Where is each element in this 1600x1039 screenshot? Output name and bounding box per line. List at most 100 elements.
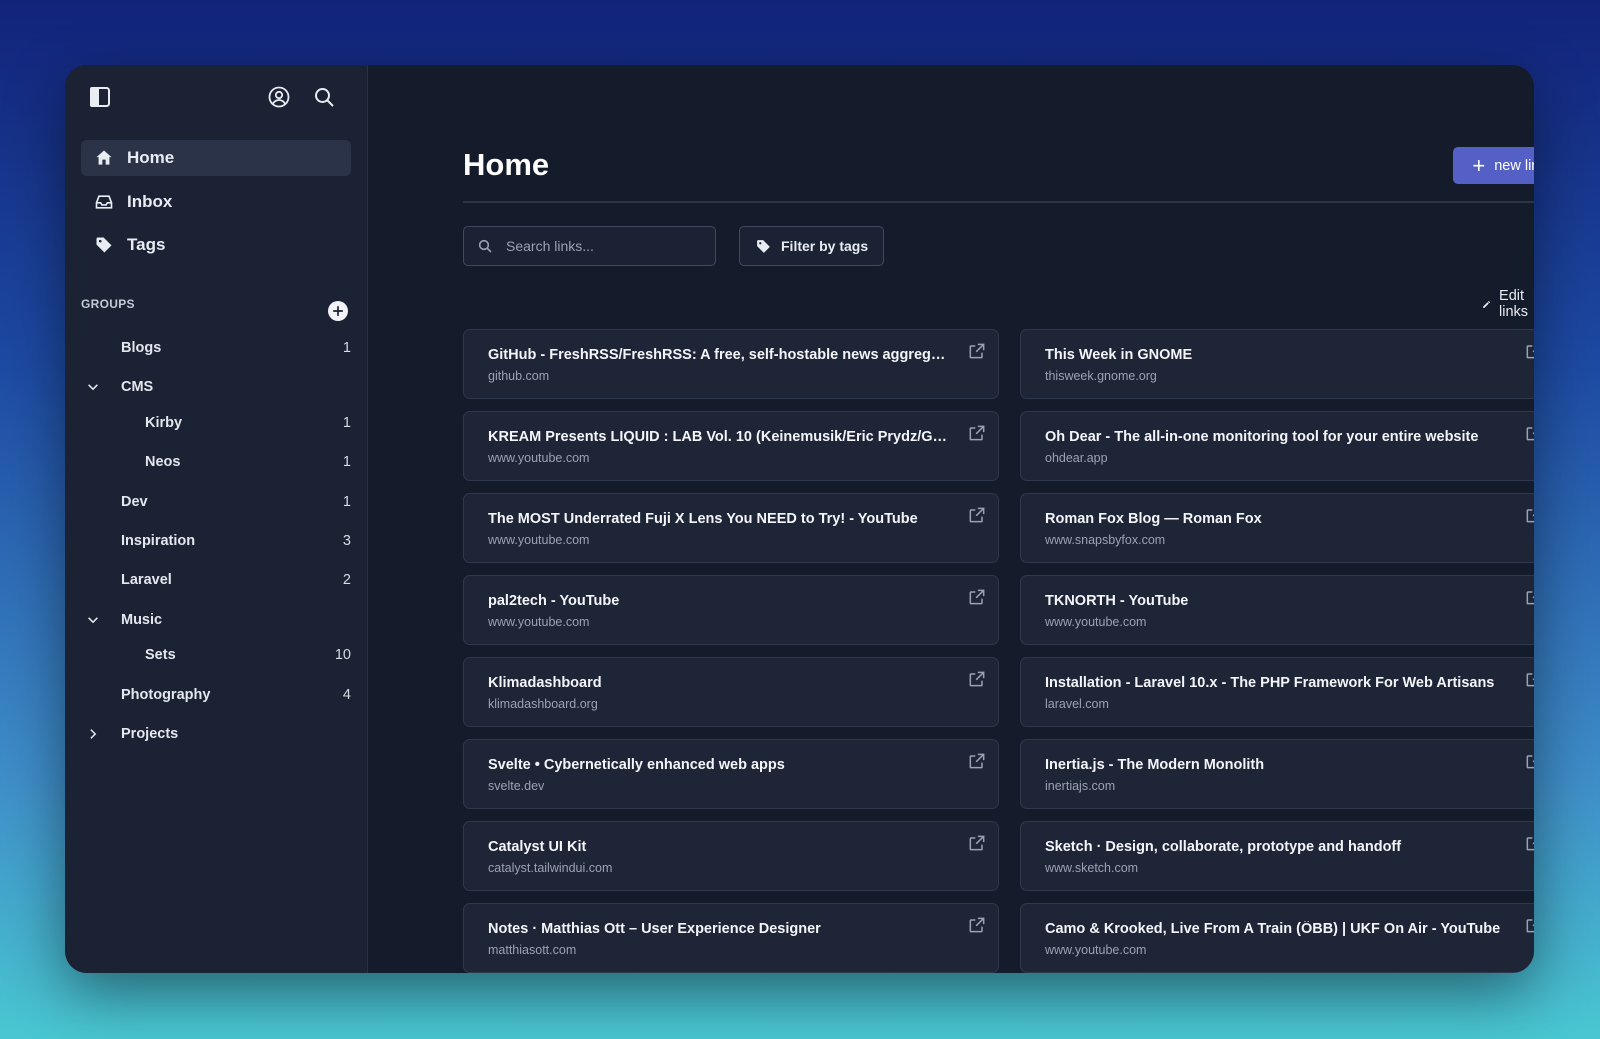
groups-heading: GROUPS: [81, 297, 135, 311]
filter-by-tags-button[interactable]: Filter by tags: [739, 226, 884, 266]
link-card[interactable]: Inertia.js - The Modern Monolith inertiaj…: [1020, 739, 1534, 809]
chevron-right-icon[interactable]: [85, 726, 101, 742]
chevron-down-icon[interactable]: [85, 379, 101, 395]
group-item-sets[interactable]: Sets 10: [81, 640, 351, 670]
external-link-icon[interactable]: [1524, 505, 1534, 525]
sidebar-toggle-icon[interactable]: [86, 83, 114, 111]
inbox-icon: [93, 191, 115, 213]
group-item-music[interactable]: Music: [81, 605, 351, 635]
link-title: TKNORTH - YouTube: [1045, 593, 1189, 609]
new-link-button[interactable]: + new link: [1453, 147, 1534, 184]
group-item-kirby[interactable]: Kirby 1: [81, 408, 351, 438]
app-window: Home Inbox Tags GROUPS Blogs 1 CMS Kirby 1 Ne…: [65, 65, 1534, 973]
external-link-icon[interactable]: [1524, 751, 1534, 771]
external-link-icon[interactable]: [967, 505, 987, 525]
pencil-icon: [1483, 300, 1490, 308]
group-count: 1: [342, 415, 351, 431]
link-title: GitHub - FreshRSS/FreshRSS: A free, self…: [488, 347, 950, 363]
link-title: Notes · Matthias Ott – User Experience D…: [488, 921, 821, 937]
link-url: catalyst.tailwindui.com: [488, 861, 613, 875]
external-link-icon[interactable]: [967, 587, 987, 607]
link-card[interactable]: KREAM Presents LIQUID : LAB Vol. 10 (Kei…: [463, 411, 999, 481]
external-link-icon[interactable]: [967, 833, 987, 853]
link-url: www.youtube.com: [488, 451, 590, 465]
external-link-icon[interactable]: [1524, 587, 1534, 607]
group-count: 2: [342, 572, 351, 588]
search-field[interactable]: [463, 226, 716, 266]
link-card[interactable]: Catalyst UI Kit catalyst.tailwindui.com: [463, 821, 999, 891]
link-url: svelte.dev: [488, 779, 545, 793]
user-account-icon[interactable]: [265, 83, 293, 111]
link-card[interactable]: Svelte • Cybernetically enhanced web app…: [463, 739, 999, 809]
link-url: github.com: [488, 369, 550, 383]
link-card[interactable]: TKNORTH - YouTube www.youtube.com: [1020, 575, 1534, 645]
tag-icon: [757, 239, 770, 253]
home-icon: [93, 147, 115, 169]
link-title: Camo & Krooked, Live From A Train (ÖBB) …: [1045, 921, 1501, 937]
group-count: 4: [342, 687, 351, 703]
link-card[interactable]: Installation - Laravel 10.x - The PHP Fr…: [1020, 657, 1534, 727]
add-group-button[interactable]: [328, 301, 348, 321]
search-icon[interactable]: [310, 83, 338, 111]
link-url: www.youtube.com: [488, 615, 590, 629]
nav-item-inbox[interactable]: Inbox: [81, 184, 351, 220]
link-card[interactable]: GitHub - FreshRSS/FreshRSS: A free, self…: [463, 329, 999, 399]
group-item-blogs[interactable]: Blogs 1: [81, 333, 351, 363]
link-title: Installation - Laravel 10.x - The PHP Fr…: [1045, 675, 1495, 691]
link-card[interactable]: This Week in GNOME thisweek.gnome.org: [1020, 329, 1534, 399]
external-link-icon[interactable]: [1524, 423, 1534, 443]
group-name: Projects: [121, 726, 179, 742]
external-link-icon[interactable]: [1524, 915, 1534, 935]
chevron-down-icon[interactable]: [85, 612, 101, 628]
tag-icon: [93, 234, 115, 256]
link-url: laravel.com: [1045, 697, 1109, 711]
group-name: Inspiration: [121, 533, 196, 549]
header-divider: [463, 201, 1534, 203]
link-title: KREAM Presents LIQUID : LAB Vol. 10 (Kei…: [488, 429, 950, 445]
link-title: Catalyst UI Kit: [488, 839, 587, 855]
nav-item-tags[interactable]: Tags: [81, 227, 351, 263]
link-title: Klimadashboard: [488, 675, 602, 691]
link-card[interactable]: pal2tech - YouTube www.youtube.com: [463, 575, 999, 645]
group-name: Blogs: [121, 340, 162, 356]
group-item-inspiration[interactable]: Inspiration 3: [81, 526, 351, 556]
external-link-icon[interactable]: [1524, 341, 1534, 361]
group-name: Music: [121, 612, 163, 628]
link-card[interactable]: Sketch · Design, collaborate, prototype …: [1020, 821, 1534, 891]
external-link-icon[interactable]: [967, 751, 987, 771]
sidebar: Home Inbox Tags GROUPS Blogs 1 CMS Kirby 1 Ne…: [65, 65, 368, 973]
group-item-cms[interactable]: CMS: [81, 372, 351, 402]
search-input[interactable]: [504, 237, 698, 255]
external-link-icon[interactable]: [967, 669, 987, 689]
group-count: 1: [342, 454, 351, 470]
external-link-icon[interactable]: [967, 341, 987, 361]
link-card[interactable]: The MOST Underrated Fuji X Lens You NEED…: [463, 493, 999, 563]
link-card[interactable]: Camo & Krooked, Live From A Train (ÖBB) …: [1020, 903, 1534, 973]
group-item-neos[interactable]: Neos 1: [81, 447, 351, 477]
link-url: www.sketch.com: [1045, 861, 1139, 875]
group-count: 1: [342, 494, 351, 510]
link-card[interactable]: Klimadashboard klimadashboard.org: [463, 657, 999, 727]
external-link-icon[interactable]: [1524, 833, 1534, 853]
external-link-icon[interactable]: [967, 423, 987, 443]
group-name: Kirby: [145, 415, 183, 431]
group-name: Dev: [121, 494, 148, 510]
group-item-projects[interactable]: Projects: [81, 719, 351, 749]
group-item-photography[interactable]: Photography 4: [81, 680, 351, 710]
edit-links-label: Edit links: [1499, 288, 1529, 320]
link-url: klimadashboard.org: [488, 697, 598, 711]
group-item-laravel[interactable]: Laravel 2: [81, 565, 351, 595]
external-link-icon[interactable]: [967, 915, 987, 935]
nav-item-home[interactable]: Home: [81, 140, 351, 176]
link-url: inertiajs.com: [1045, 779, 1116, 793]
link-card[interactable]: Notes · Matthias Ott – User Experience D…: [463, 903, 999, 973]
link-title: This Week in GNOME: [1045, 347, 1193, 363]
edit-links-button[interactable]: Edit links: [1482, 288, 1534, 320]
group-item-dev[interactable]: Dev 1: [81, 487, 351, 517]
link-card[interactable]: Roman Fox Blog — Roman Fox www.snapsbyfox…: [1020, 493, 1534, 563]
external-link-icon[interactable]: [1524, 669, 1534, 689]
nav-item-label: Tags: [127, 235, 166, 254]
link-card[interactable]: Oh Dear - The all-in-one monitoring tool…: [1020, 411, 1534, 481]
link-title: Oh Dear - The all-in-one monitoring tool…: [1045, 429, 1479, 445]
group-count: 10: [334, 647, 351, 663]
